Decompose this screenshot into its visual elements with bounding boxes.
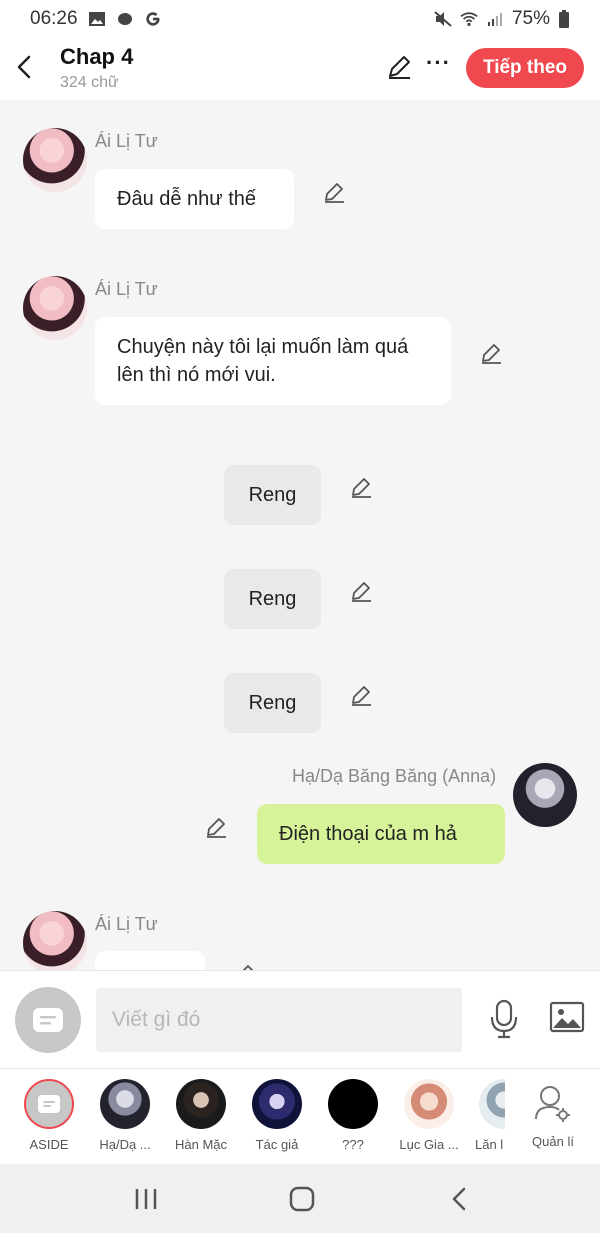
manage-characters-button[interactable]: Quản lí <box>515 1079 591 1149</box>
recent-apps-icon[interactable] <box>134 1188 158 1210</box>
character-name: ASIDE <box>29 1137 69 1152</box>
edit-chapter-icon[interactable] <box>386 54 412 80</box>
system-navigation-bar <box>0 1164 600 1233</box>
edit-message-icon[interactable] <box>233 962 257 970</box>
battery-icon <box>559 10 569 28</box>
character-item[interactable]: Hạ/Dạ ... <box>87 1079 163 1152</box>
chat-notification-icon <box>117 13 132 25</box>
aside-avatar <box>24 1079 74 1129</box>
sender-name: Ái Lị Tư <box>95 914 158 934</box>
character-item[interactable]: Hàn Mặc <box>163 1079 239 1152</box>
character-item[interactable]: ??? <box>315 1079 391 1152</box>
character-avatar <box>479 1079 505 1129</box>
message-bubble[interactable]: Đâu dễ như thế <box>95 169 294 229</box>
edit-message-icon[interactable] <box>349 579 373 603</box>
message-bubble[interactable] <box>95 951 205 970</box>
battery-percent: 75% <box>511 8 550 29</box>
chat-area[interactable]: Ái Lị Tư Đâu dễ như thế Ái Lị Tư Chuyện … <box>0 100 600 970</box>
character-avatar <box>328 1079 378 1129</box>
character-name: Quản lí <box>532 1134 574 1149</box>
chapter-title: Chap 4 <box>60 44 134 69</box>
sender-name: Ái Lị Tư <box>95 279 158 299</box>
user-settings-icon <box>535 1086 570 1122</box>
narration-bubble[interactable]: Reng <box>224 465 321 525</box>
character-name: Hàn Mặc <box>174 1137 228 1152</box>
edit-message-icon[interactable] <box>349 683 373 707</box>
narration-bubble[interactable]: Reng <box>224 569 321 629</box>
microphone-icon[interactable] <box>488 999 520 1039</box>
character-name: Lục Gia ... <box>399 1137 459 1152</box>
signal-icon <box>487 13 502 26</box>
character-avatar <box>404 1079 454 1129</box>
chapter-header: Chap 4 324 chữ ··· Tiếp theo <box>0 38 600 100</box>
next-chapter-button[interactable]: Tiếp theo <box>466 48 584 88</box>
avatar[interactable] <box>23 911 87 970</box>
sender-name: Hạ/Dạ Băng Băng (Anna) <box>292 766 497 786</box>
message-square-icon <box>38 1095 60 1113</box>
back-button[interactable] <box>12 52 36 82</box>
character-item[interactable]: Lăn l <box>467 1079 505 1152</box>
mute-icon <box>434 11 452 27</box>
avatar[interactable] <box>23 276 87 340</box>
avatar[interactable] <box>23 128 87 192</box>
message-bubble[interactable]: Chuyện này tôi lại muốn làm quá lên thì … <box>95 317 451 405</box>
character-name: Tác giả <box>255 1137 299 1152</box>
character-item[interactable]: Tác giả <box>239 1079 315 1152</box>
sender-name: Ái Lị Tư <box>95 131 158 151</box>
narration-bubble[interactable]: Reng <box>224 673 321 733</box>
chevron-left-icon <box>17 55 31 79</box>
status-time: 06:26 <box>30 8 78 29</box>
message-input[interactable] <box>96 988 462 1052</box>
message-bubble[interactable]: Điện thoại của m hả <box>257 804 505 864</box>
image-icon[interactable] <box>549 1001 585 1033</box>
more-options-button[interactable]: ··· <box>426 50 451 76</box>
character-avatar <box>252 1079 302 1129</box>
message-square-icon <box>33 1008 63 1032</box>
word-count: 324 chữ <box>60 74 119 91</box>
aside-toggle-button[interactable] <box>15 987 81 1053</box>
edit-message-icon[interactable] <box>322 180 346 204</box>
character-aside[interactable]: ASIDE <box>11 1079 87 1152</box>
home-icon[interactable] <box>289 1186 315 1212</box>
character-strip: ASIDE Hạ/Dạ ... Hàn Mặc Tác giả ??? Lục … <box>0 1068 600 1164</box>
google-icon <box>145 12 160 26</box>
edit-message-icon[interactable] <box>479 341 503 365</box>
character-name: ??? <box>342 1137 364 1152</box>
character-avatar <box>100 1079 150 1129</box>
character-name: Hạ/Dạ ... <box>99 1137 151 1152</box>
composer-bar <box>0 970 600 1068</box>
back-nav-icon[interactable] <box>451 1187 467 1211</box>
character-name: Lăn l <box>475 1137 504 1152</box>
edit-message-icon[interactable] <box>204 815 228 839</box>
edit-message-icon[interactable] <box>349 475 373 499</box>
image-notification-icon <box>88 12 105 26</box>
character-avatar <box>176 1079 226 1129</box>
avatar[interactable] <box>513 763 577 827</box>
character-item[interactable]: Lục Gia ... <box>391 1079 467 1152</box>
status-bar: 06:26 75% <box>0 0 600 38</box>
wifi-icon <box>460 12 478 27</box>
